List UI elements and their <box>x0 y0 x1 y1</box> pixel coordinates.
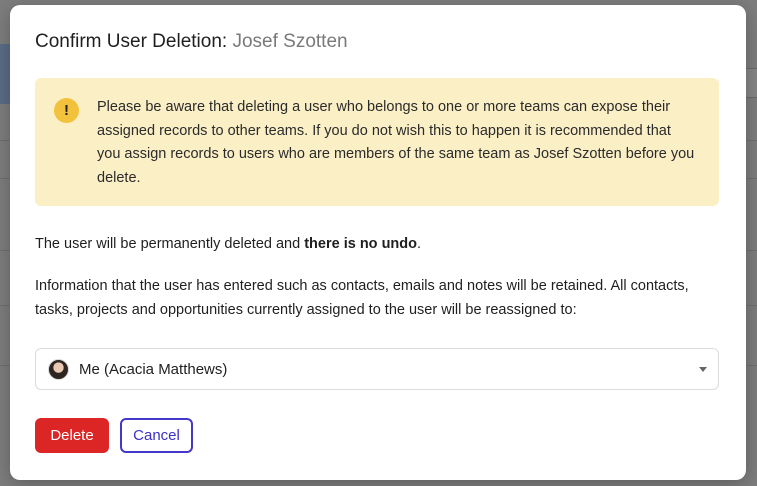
chevron-down-icon <box>699 367 707 372</box>
notice-text: The user will be permanently deleted and <box>35 236 305 252</box>
warning-icon: ! <box>54 98 79 123</box>
warning-text: Please be aware that deleting a user who… <box>97 99 695 186</box>
reassign-user-value: Me (Acacia Matthews) <box>79 360 228 378</box>
reassign-user-select[interactable]: Me (Acacia Matthews) <box>35 348 719 390</box>
dialog-title-user-name: Josef Szotten <box>232 31 348 52</box>
cancel-button[interactable]: Cancel <box>120 418 193 453</box>
permanent-deletion-notice: The user will be permanently deleted and… <box>35 234 725 254</box>
dialog-title-prefix: Confirm User Deletion: <box>35 31 228 52</box>
user-avatar <box>48 358 69 380</box>
delete-button[interactable]: Delete <box>35 418 109 453</box>
dialog-title: Confirm User Deletion: Josef Szotten <box>35 31 348 53</box>
no-undo-text: there is no undo <box>304 236 417 252</box>
warning-alert: ! Please be aware that deleting a user w… <box>35 78 719 206</box>
reassignment-info: Information that the user has entered su… <box>35 278 689 318</box>
confirm-delete-dialog: Confirm User Deletion: Josef Szotten ! P… <box>10 5 746 480</box>
notice-period: . <box>417 236 422 252</box>
